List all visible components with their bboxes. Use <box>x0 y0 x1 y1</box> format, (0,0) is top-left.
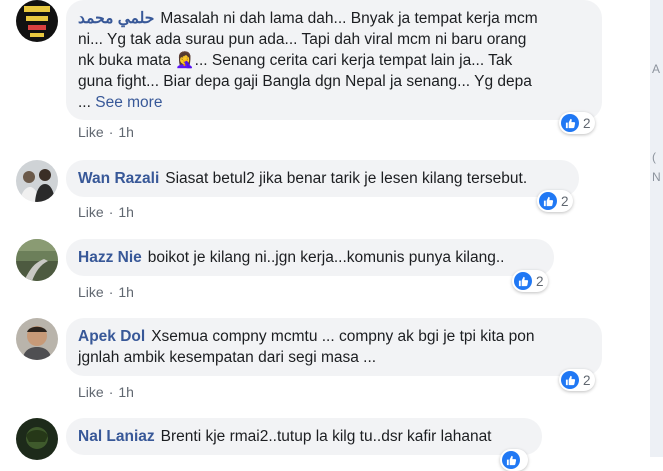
avatar[interactable] <box>16 160 58 202</box>
comment-author[interactable]: Wan Razali <box>78 170 159 187</box>
facepalm-emoji: 🤦‍♀️ <box>175 52 195 69</box>
reaction-count[interactable]: 2 <box>559 369 595 391</box>
thumbs-up-icon <box>502 451 520 469</box>
thumbs-up-icon <box>561 114 579 132</box>
comment-meta: Like · 1h <box>78 284 134 300</box>
comment-timestamp[interactable]: 1h <box>118 204 134 220</box>
comment-text: ... <box>78 94 91 111</box>
comment-text: Masalah ni dah lama dah... Bnyak ja temp… <box>160 10 538 27</box>
comment-bubble: Wan Razali Siasat betul2 jika benar tarik… <box>66 160 579 197</box>
thumbs-up-icon <box>514 272 532 290</box>
like-button[interactable]: Like <box>78 284 104 300</box>
edge-fragment: ( <box>652 150 656 164</box>
edge-fragment: N <box>652 170 661 184</box>
comment-text: Siasat betul2 jika benar tarik je lesen … <box>165 170 528 187</box>
comment-timestamp[interactable]: 1h <box>118 124 134 140</box>
comment-bubble: Nal Laniaz Brenti kje rmai2..tutup la kil… <box>66 418 542 455</box>
edge-fragment: A <box>652 62 661 76</box>
see-more-link[interactable]: See more <box>95 94 162 111</box>
comment-text: Xsemua compny mcmtu ... compny ak bgi je… <box>151 328 535 345</box>
comment-author[interactable]: Apek Dol <box>78 328 145 345</box>
comment-bubble: Apek Dol Xsemua compny mcmtu ... compny a… <box>66 318 602 376</box>
comment-text: ... Senang cerita cari kerja tempat lain… <box>194 52 513 69</box>
avatar[interactable] <box>16 418 58 460</box>
comment-author[interactable]: حلمي محمد <box>78 10 154 27</box>
thumbs-up-icon <box>561 371 579 389</box>
comment-bubble: حلمي محمد Masalah ni dah lama dah... Bnya… <box>66 0 602 120</box>
comment-text: ni... Yg tak ada surau pun ada... Tapi d… <box>78 31 527 48</box>
avatar[interactable] <box>16 318 58 360</box>
comment-text: boikot je kilang ni..jgn kerja...komunis… <box>147 249 505 266</box>
comment-meta: Like · 1h <box>78 384 134 400</box>
avatar[interactable] <box>16 0 58 42</box>
like-button[interactable]: Like <box>78 124 104 140</box>
thumbs-up-icon <box>539 192 557 210</box>
comment-timestamp[interactable]: 1h <box>118 384 134 400</box>
avatar[interactable] <box>16 239 58 281</box>
right-panel-edge: A ( N <box>650 0 663 457</box>
comment-bubble: Hazz Nie boikot je kilang ni..jgn kerja..… <box>66 239 554 276</box>
comment-text: jgnlah ambik kesempatan dari segi masa .… <box>78 349 377 366</box>
reaction-count[interactable]: 2 <box>537 190 573 212</box>
comment-text: nk buka mata <box>78 52 176 69</box>
reaction-count[interactable]: 2 <box>512 270 548 292</box>
comment-author[interactable]: Nal Laniaz <box>78 428 155 445</box>
comment-author[interactable]: Hazz Nie <box>78 249 142 266</box>
reaction-count[interactable]: 2 <box>559 112 595 134</box>
reaction-count[interactable] <box>500 449 528 471</box>
comment-meta: Like · 1h <box>78 124 134 140</box>
comment-timestamp[interactable]: 1h <box>118 284 134 300</box>
like-button[interactable]: Like <box>78 204 104 220</box>
comment-meta: Like · 1h <box>78 204 134 220</box>
comment-text: Brenti kje rmai2..tutup la kilg tu..dsr … <box>160 428 492 445</box>
comment-text: guna fight... Biar depa gaji Bangla dgn … <box>78 73 532 90</box>
like-button[interactable]: Like <box>78 384 104 400</box>
